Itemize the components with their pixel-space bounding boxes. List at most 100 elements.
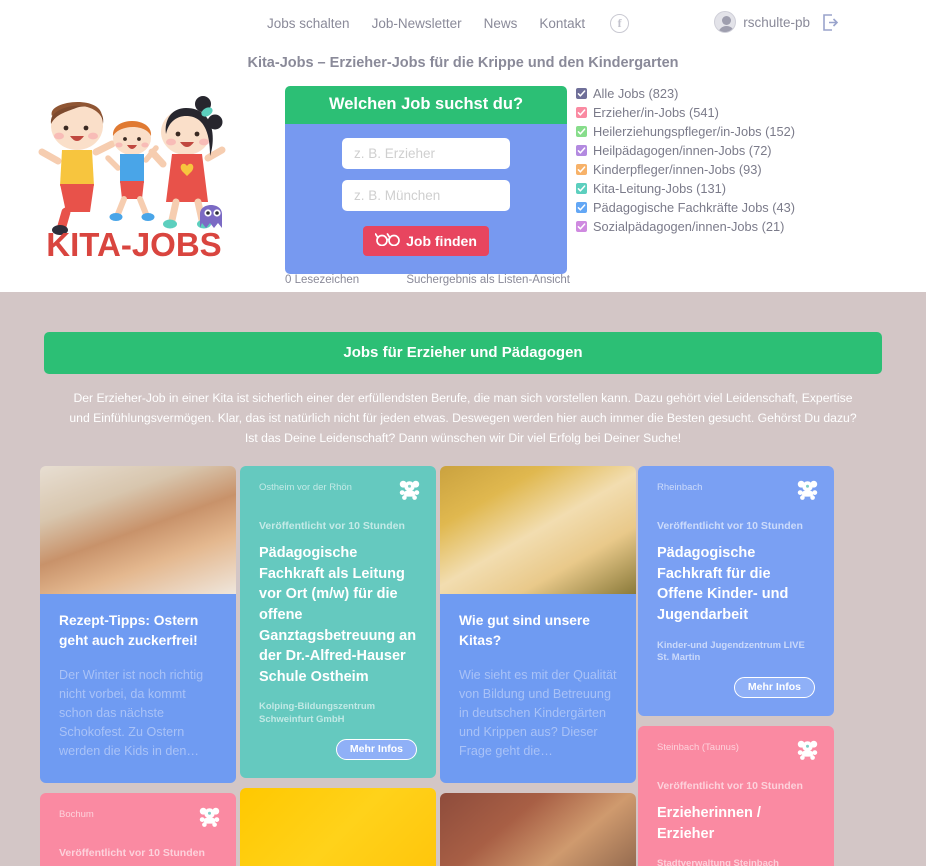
teddy-bear-icon: [199, 807, 220, 832]
article-card-body: Rezept-Tipps: Ostern geht auch zuckerfre…: [40, 594, 236, 783]
nav-item-job-newsletter[interactable]: Job-Newsletter: [372, 16, 462, 31]
category-row[interactable]: Heilerziehungspfleger/in-Jobs (152): [576, 122, 795, 141]
search-sublinks: 0 Lesezeichen Suchergebnis als Listen-An…: [285, 274, 570, 286]
job-card-body: BochumVeröffentlicht vor 10 StundenErzie…: [40, 792, 236, 866]
section-banner: Jobs für Erzieher und Pädagogen: [44, 332, 882, 374]
card-photo: [440, 466, 636, 595]
checkbox-checked-icon[interactable]: [576, 202, 587, 213]
search-heading: Welchen Job suchst du?: [285, 86, 567, 124]
job-location: Bochum: [59, 808, 94, 820]
page-title: Kita-Jobs – Erzieher-Jobs für die Krippe…: [247, 55, 679, 71]
job-card[interactable]: Ostheim vor der Rhön Veröffentlicht vor 1…: [240, 466, 436, 778]
teddy-bear-icon: [797, 740, 818, 765]
category-label: Sozialpädagogen/innen-Jobs (21): [593, 219, 785, 234]
article-card[interactable]: [440, 792, 636, 866]
job-title: Pädagogische Fachkraft für die Offene Ki…: [657, 545, 789, 624]
mehr-infos-button[interactable]: Mehr Infos: [733, 677, 815, 699]
main-content: Jobs für Erzieher und Pädagogen Der Erzi…: [0, 332, 926, 866]
job-location: Ostheim vor der Rhön: [259, 482, 352, 494]
checkbox-checked-icon[interactable]: [576, 107, 587, 118]
job-card[interactable]: Rheinbach Veröffentlicht vor 10 Stunden Pä…: [638, 466, 834, 717]
card-photo: [440, 792, 636, 866]
nav-item-kontakt[interactable]: Kontakt: [539, 16, 585, 31]
article-card[interactable]: Wie gut sind unsere Kitas? Wie sieht es m…: [440, 466, 636, 783]
article-card-title: Wie gut sind unsere Kitas?: [459, 613, 590, 649]
glasses-icon: [374, 233, 401, 249]
article-card-excerpt: Der Winter ist noch richtig nicht vorbei…: [59, 668, 204, 758]
facebook-icon[interactable]: f: [610, 14, 630, 33]
category-row[interactable]: Alle Jobs (823): [576, 84, 795, 103]
category-row[interactable]: Heilpädagogen/innen-Jobs (72): [576, 141, 795, 160]
nav-item-news[interactable]: News: [484, 16, 518, 31]
checkbox-checked-icon[interactable]: [576, 145, 587, 156]
job-published: Veröffentlicht vor 10 Stunden: [59, 846, 205, 859]
user-area: rschulte-pb: [714, 11, 840, 33]
checkbox-checked-icon[interactable]: [576, 183, 587, 194]
search-form: Job finden: [285, 124, 567, 274]
listview-link[interactable]: Suchergebnis als Listen-Ansicht: [406, 274, 570, 286]
job-title: Erzieherinnen / Erzieher: [657, 805, 761, 842]
checkbox-checked-icon[interactable]: [576, 221, 587, 232]
category-filter-list: Alle Jobs (823) Erzieher/in-Jobs (541) Hei…: [576, 84, 795, 236]
category-label: Heilerziehungspfleger/in-Jobs (152): [593, 124, 796, 139]
grid-column-4: Rheinbach Veröffentlicht vor 10 Stunden Pä…: [638, 466, 834, 866]
mehr-infos-button[interactable]: Mehr Infos: [335, 738, 417, 760]
nav-links: Jobs schalten Job-Newsletter News Kontak…: [267, 14, 630, 33]
nav-item-jobs-schalten[interactable]: Jobs schalten: [267, 16, 350, 31]
job-finden-label: Job finden: [406, 233, 477, 249]
category-row[interactable]: Pädagogische Fachkräfte Jobs (43): [576, 198, 795, 217]
category-label: Alle Jobs (823): [593, 86, 679, 101]
logo-child-middle: [105, 121, 159, 221]
logo-child-left: [38, 101, 116, 235]
header-area: Jobs schalten Job-Newsletter News Kontak…: [0, 0, 926, 292]
logo[interactable]: KITA-JOBS: [32, 86, 237, 261]
article-card-excerpt: Wie sieht es mit der Qualität von Bildun…: [459, 668, 617, 758]
article-card-title: Rezept-Tipps: Ostern geht auch zuckerfre…: [59, 613, 199, 649]
username-label: rschulte-pb: [743, 14, 810, 30]
job-card[interactable]: BochumVeröffentlicht vor 10 StundenErzie…: [40, 792, 236, 866]
category-row[interactable]: Erzieher/in-Jobs (541): [576, 103, 795, 122]
card-photo: [240, 787, 436, 866]
job-finden-button[interactable]: Job finden: [363, 226, 489, 256]
article-card[interactable]: [240, 787, 436, 866]
job-employer: Stadtverwaltung Steinbach (Taunus): [657, 858, 779, 866]
category-label: Heilpädagogen/innen-Jobs (72): [593, 143, 772, 158]
category-label: Kita-Leitung-Jobs (131): [593, 181, 727, 196]
job-employer: Kinder-und Jugendzentrum LIVE St. Martin: [657, 639, 805, 664]
job-published: Veröffentlicht vor 10 Stunden: [657, 780, 803, 793]
job-employer: Kolping-Bildungszentrum Schweinfurt GmbH: [259, 701, 376, 726]
search-job-input[interactable]: [342, 138, 510, 169]
grid-column-3: Wie gut sind unsere Kitas? Wie sieht es m…: [440, 466, 636, 866]
checkbox-checked-icon[interactable]: [576, 126, 587, 137]
checkbox-checked-icon[interactable]: [576, 88, 587, 99]
card-photo: [40, 466, 236, 595]
bookmarks-link[interactable]: 0 Lesezeichen: [285, 274, 359, 286]
section-intro-text: Der Erzieher-Job in einer Kita ist siche…: [69, 391, 857, 445]
category-label: Pädagogische Fachkräfte Jobs (43): [593, 200, 796, 215]
job-card[interactable]: Steinbach (Taunus) Veröffentlicht vor 10 …: [638, 726, 834, 866]
job-location: Rheinbach: [657, 482, 703, 494]
top-navigation: Jobs schalten Job-Newsletter News Kontak…: [0, 0, 926, 45]
job-card-body: Ostheim vor der Rhön Veröffentlicht vor 1…: [240, 466, 436, 778]
checkbox-checked-icon[interactable]: [576, 164, 587, 175]
grid-column-2: Ostheim vor der Rhön Veröffentlicht vor 1…: [240, 466, 436, 866]
job-card-body: Steinbach (Taunus) Veröffentlicht vor 10 …: [638, 726, 834, 866]
teddy-bear-icon: [797, 480, 818, 505]
category-label: Erzieher/in-Jobs (541): [593, 105, 719, 120]
job-published: Veröffentlicht vor 10 Stunden: [259, 520, 405, 533]
category-row[interactable]: Sozialpädagogen/innen-Jobs (21): [576, 217, 795, 236]
job-published: Veröffentlicht vor 10 Stunden: [657, 520, 803, 533]
category-row[interactable]: Kita-Leitung-Jobs (131): [576, 179, 795, 198]
teddy-bear-icon: [399, 480, 420, 505]
logo-monster: [200, 205, 222, 228]
grid-column-1: Rezept-Tipps: Ostern geht auch zuckerfre…: [40, 466, 236, 866]
job-card-body: Rheinbach Veröffentlicht vor 10 Stunden Pä…: [638, 466, 834, 717]
job-title: Pädagogische Fachkraft als Leitung vor O…: [259, 545, 417, 685]
article-card[interactable]: Rezept-Tipps: Ostern geht auch zuckerfre…: [40, 466, 236, 783]
category-row[interactable]: Kinderpfleger/innen-Jobs (93): [576, 160, 795, 179]
logo-text: KITA-JOBS: [46, 226, 221, 261]
avatar: [714, 11, 737, 33]
category-label: Kinderpfleger/innen-Jobs (93): [593, 162, 762, 177]
logout-icon[interactable]: [821, 13, 840, 32]
search-city-input[interactable]: [342, 180, 510, 211]
